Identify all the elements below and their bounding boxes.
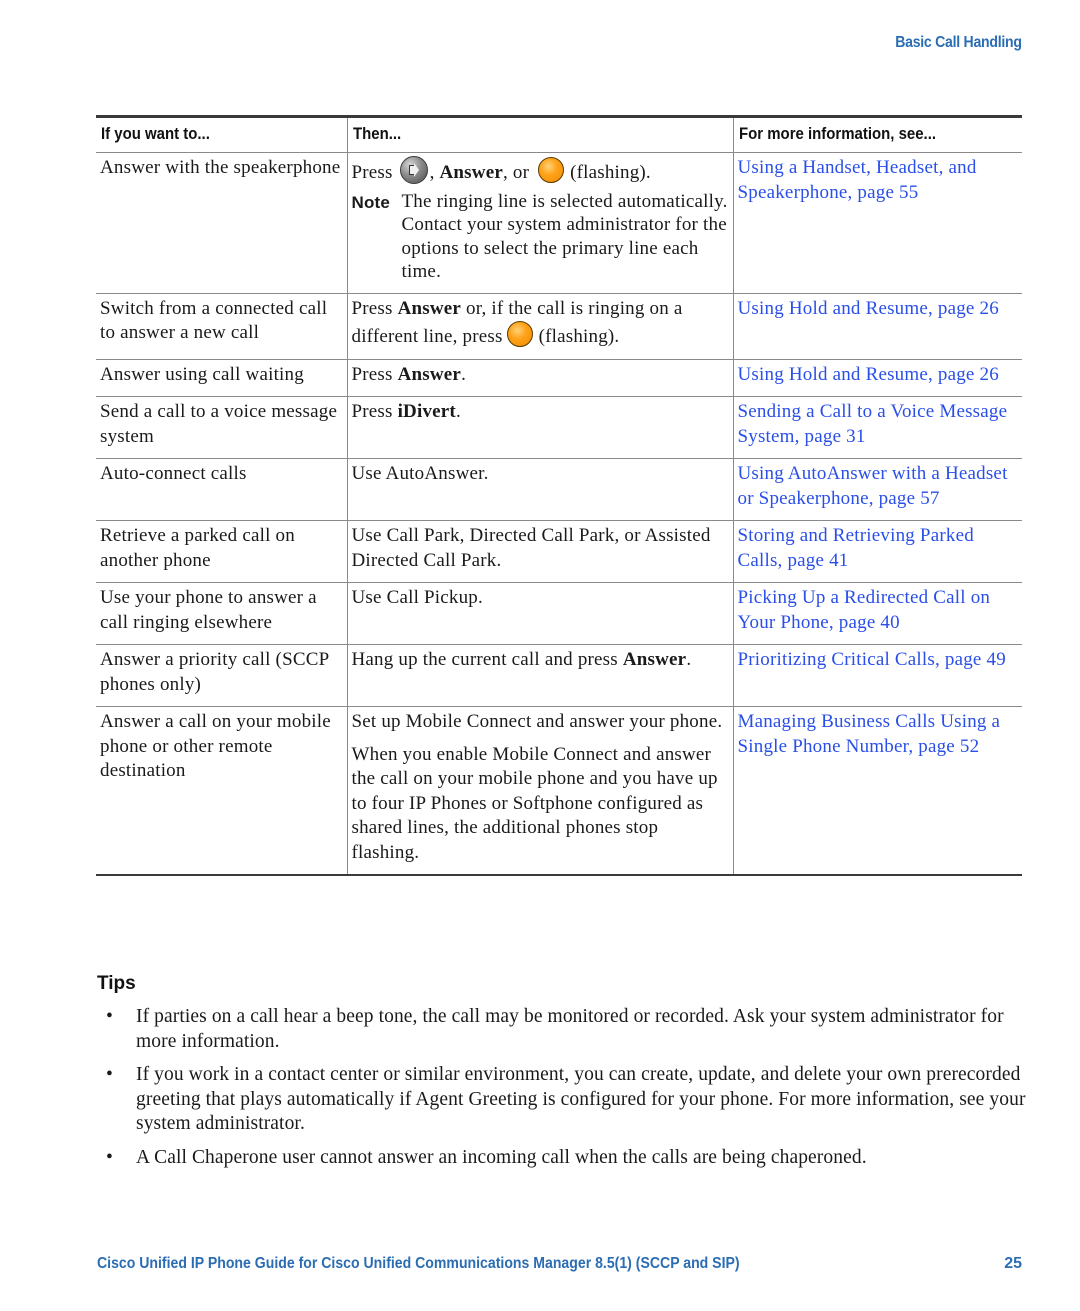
cell-see: Using a Handset, Headset, and Speakerpho… bbox=[732, 152, 1022, 294]
column-header-see: For more information, see... bbox=[732, 115, 1022, 153]
then-text: . bbox=[686, 649, 692, 670]
table-header-row: If you want to... Then... For more infor… bbox=[96, 115, 1022, 153]
then-text: Hang up the current call and press bbox=[351, 649, 618, 670]
speaker-button-icon bbox=[399, 156, 428, 184]
cell-want: Answer with the speakerphone bbox=[96, 152, 347, 294]
softkey-answer: Answer bbox=[439, 162, 503, 183]
then-text: . bbox=[455, 401, 461, 422]
table-row: Auto-connect calls Use AutoAnswer. Using… bbox=[96, 458, 1022, 521]
column-header-label: Then... bbox=[352, 124, 401, 143]
table-row: Answer a priority call (SCCP phones only… bbox=[96, 644, 1022, 707]
line-button-icon bbox=[506, 321, 533, 347]
then-text: . bbox=[461, 363, 467, 385]
cross-reference-link[interactable]: Using a Handset, Headset, and Speakerpho… bbox=[738, 157, 977, 203]
cell-see: Picking Up a Redirected Call on Your Pho… bbox=[732, 582, 1022, 645]
note-block: Note The ringing line is selected automa… bbox=[352, 190, 729, 284]
tip-item: • If you work in a contact center or simi… bbox=[103, 1063, 1028, 1137]
then-text: , bbox=[429, 162, 435, 183]
table-row: Use your phone to answer a call ringing … bbox=[96, 582, 1022, 645]
cell-then: Press Answer or, if the call is ringing … bbox=[346, 293, 733, 360]
then-text: Press bbox=[351, 162, 393, 183]
tips-heading: Tips bbox=[97, 973, 136, 994]
cross-reference-link[interactable]: Storing and Retrieving Parked Calls, pag… bbox=[738, 525, 974, 571]
table-row: Answer with the speakerphone Press , Ans… bbox=[96, 152, 1022, 294]
tip-item: • If parties on a call hear a beep tone, … bbox=[103, 1005, 1028, 1054]
tip-text: If you work in a contact center or simil… bbox=[136, 1064, 1026, 1134]
column-header-label: If you want to... bbox=[101, 124, 210, 143]
softkey-idivert: iDivert bbox=[397, 401, 456, 422]
table-row: Retrieve a parked call on another phone … bbox=[96, 520, 1022, 583]
cell-then: Hang up the current call and press Answe… bbox=[346, 644, 733, 707]
then-text: (flashing). bbox=[570, 162, 651, 183]
cell-want: Answer a priority call (SCCP phones only… bbox=[96, 644, 347, 707]
cell-want: Auto-connect calls bbox=[96, 458, 347, 521]
cross-reference-link[interactable]: Using Hold and Resume, page 26 bbox=[738, 298, 999, 319]
note-text: The ringing line is selected automatical… bbox=[401, 190, 728, 283]
column-header-want: If you want to... bbox=[96, 115, 347, 153]
cell-then: Use Call Park, Directed Call Park, or As… bbox=[346, 520, 733, 583]
cell-want: Use your phone to answer a call ringing … bbox=[96, 582, 347, 645]
running-header: Basic Call Handling bbox=[895, 34, 1023, 51]
cell-see: Using Hold and Resume, page 26 bbox=[732, 359, 1022, 397]
cell-want: Send a call to a voice message system bbox=[96, 396, 347, 459]
tip-text: If parties on a call hear a beep tone, t… bbox=[136, 1006, 1004, 1052]
then-text: Press bbox=[351, 297, 393, 319]
then-detail: When you enable Mobile Connect and answe… bbox=[351, 743, 718, 863]
cross-reference-link[interactable]: Prioritizing Critical Calls, page 49 bbox=[738, 649, 1006, 670]
tips-list: • If parties on a call hear a beep tone, … bbox=[103, 1005, 1028, 1179]
table-row: Answer a call on your mobile phone or ot… bbox=[96, 706, 1022, 876]
note-label: Note bbox=[351, 192, 391, 212]
cell-then: Press iDivert. bbox=[346, 396, 733, 459]
cell-see: Using AutoAnswer with a Headset or Speak… bbox=[732, 458, 1022, 521]
page-number: 25 bbox=[1004, 1255, 1022, 1272]
table-row: Answer using call waiting Press Answer. … bbox=[96, 359, 1022, 397]
table-row: Switch from a connected call to answer a… bbox=[96, 293, 1022, 360]
cross-reference-link[interactable]: Picking Up a Redirected Call on Your Pho… bbox=[738, 587, 991, 633]
softkey-answer: Answer bbox=[397, 363, 462, 385]
bullet-icon: • bbox=[106, 1064, 113, 1085]
call-handling-table: If you want to... Then... For more infor… bbox=[96, 115, 1022, 876]
cell-want: Answer using call waiting bbox=[96, 359, 347, 397]
cross-reference-link[interactable]: Using Hold and Resume, page 26 bbox=[738, 364, 999, 385]
then-text: Set up Mobile Connect and answer your ph… bbox=[351, 711, 723, 732]
cross-reference-link[interactable]: Managing Business Calls Using a Single P… bbox=[738, 711, 1001, 757]
cell-then: Press Answer. bbox=[346, 359, 733, 397]
cell-then: Set up Mobile Connect and answer your ph… bbox=[346, 706, 733, 876]
cell-want: Switch from a connected call to answer a… bbox=[96, 293, 347, 360]
table-row: Send a call to a voice message system Pr… bbox=[96, 396, 1022, 459]
cell-see: Using Hold and Resume, page 26 bbox=[732, 293, 1022, 360]
cell-then: Use AutoAnswer. bbox=[346, 458, 733, 521]
column-header-label: For more information, see... bbox=[738, 124, 936, 143]
tip-text: A Call Chaperone user cannot answer an i… bbox=[136, 1146, 867, 1168]
cell-see: Storing and Retrieving Parked Calls, pag… bbox=[732, 520, 1022, 583]
bullet-icon: • bbox=[106, 1146, 113, 1168]
cell-then: Press , Answer, or (flashing). Note The … bbox=[346, 152, 733, 294]
cell-want: Answer a call on your mobile phone or ot… bbox=[96, 706, 347, 876]
cross-reference-link[interactable]: Sending a Call to a Voice Message System… bbox=[738, 401, 1008, 447]
bullet-icon: • bbox=[106, 1006, 113, 1027]
cell-see: Sending a Call to a Voice Message System… bbox=[732, 396, 1022, 459]
then-text: , or bbox=[502, 162, 530, 183]
column-header-then: Then... bbox=[346, 115, 733, 153]
then-text: Press bbox=[351, 363, 393, 385]
line-button-icon bbox=[538, 157, 565, 183]
cell-then: Use Call Pickup. bbox=[346, 582, 733, 645]
then-text: (flashing). bbox=[538, 326, 620, 347]
softkey-answer: Answer bbox=[397, 297, 462, 319]
cell-see: Managing Business Calls Using a Single P… bbox=[732, 706, 1022, 876]
cell-see: Prioritizing Critical Calls, page 49 bbox=[732, 644, 1022, 707]
cell-want: Retrieve a parked call on another phone bbox=[96, 520, 347, 583]
footer-document-title: Cisco Unified IP Phone Guide for Cisco U… bbox=[97, 1255, 740, 1272]
tip-item: • A Call Chaperone user cannot answer an … bbox=[103, 1146, 1028, 1171]
softkey-answer: Answer bbox=[622, 649, 687, 670]
cross-reference-link[interactable]: Using AutoAnswer with a Headset or Speak… bbox=[738, 463, 1008, 509]
then-text: Press bbox=[351, 401, 393, 422]
